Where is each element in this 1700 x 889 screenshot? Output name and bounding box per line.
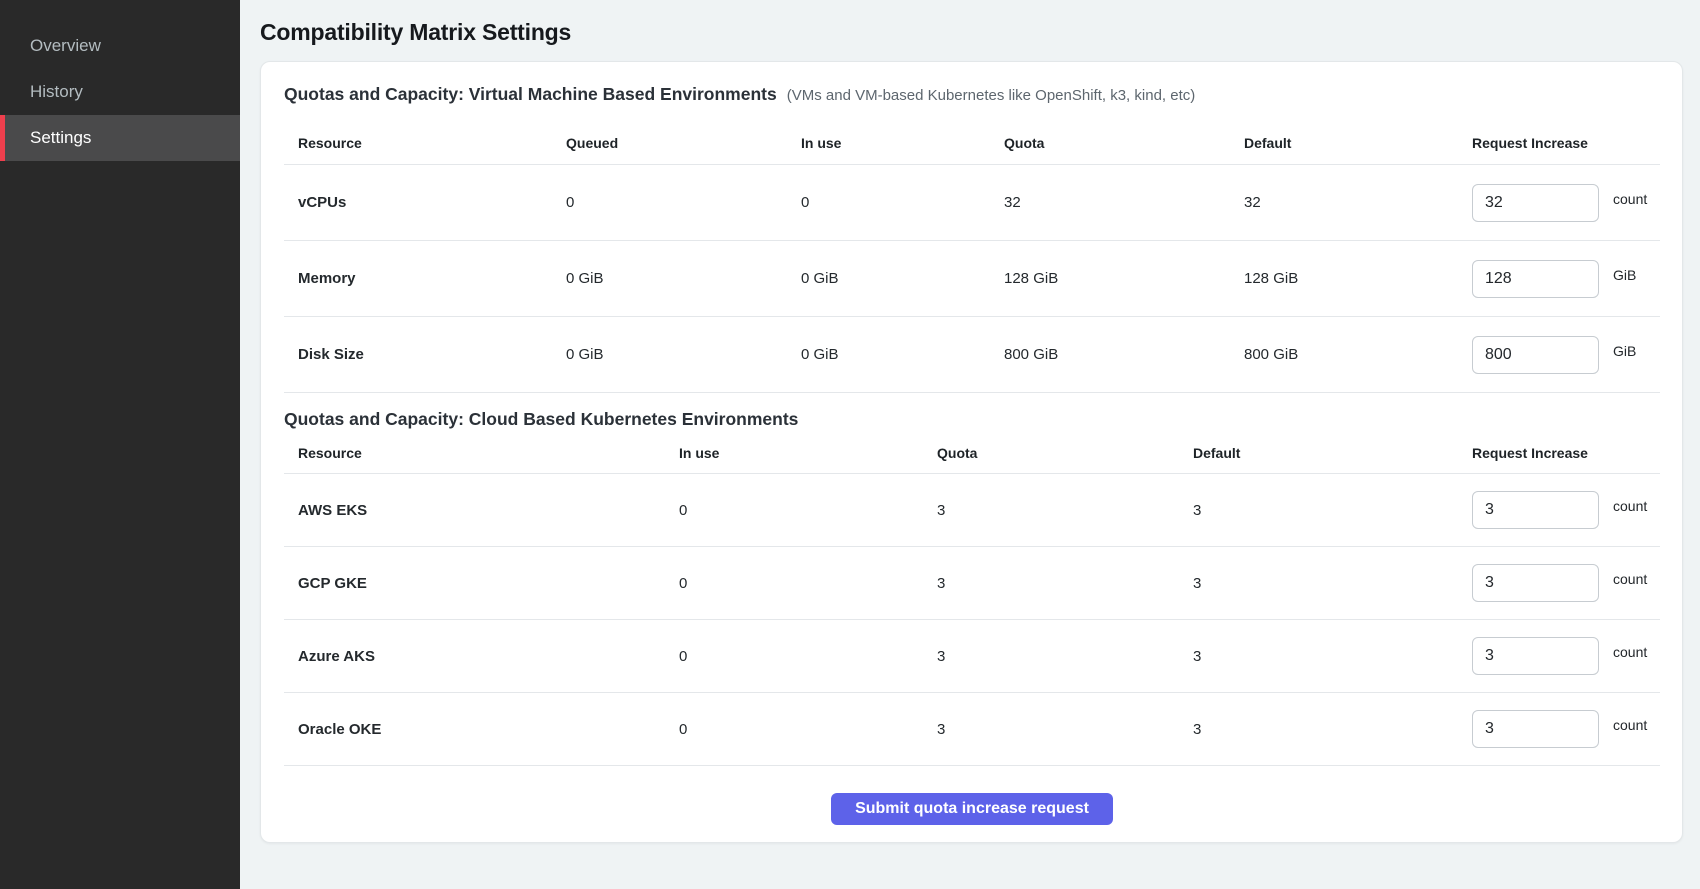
- unit-label: count: [1613, 571, 1647, 587]
- quota-value: 128 GiB: [1004, 270, 1244, 287]
- unit-label: GiB: [1613, 267, 1636, 283]
- in-use-value: 0: [679, 502, 937, 519]
- col-header-quota: Quota: [937, 445, 1193, 461]
- table-row-oracle-oke: Oracle OKE 0 3 3 count: [284, 693, 1660, 766]
- queued-value: 0: [566, 194, 801, 211]
- page-title: Compatibility Matrix Settings: [260, 19, 1683, 46]
- submit-row: Submit quota increase request: [284, 766, 1660, 825]
- unit-label: count: [1613, 498, 1647, 514]
- unit-label: count: [1613, 644, 1647, 660]
- table-row-disk-size: Disk Size 0 GiB 0 GiB 800 GiB 800 GiB Gi…: [284, 317, 1660, 393]
- memory-request-input[interactable]: [1472, 260, 1599, 298]
- col-header-in-use: In use: [679, 445, 937, 461]
- col-header-request-increase: Request Increase: [1472, 445, 1660, 461]
- col-header-queued: Queued: [566, 135, 801, 151]
- quota-settings-card: Quotas and Capacity: Virtual Machine Bas…: [260, 61, 1683, 843]
- gcp-gke-request-input[interactable]: [1472, 564, 1599, 602]
- sidebar-item-history[interactable]: History: [0, 69, 240, 115]
- vcpus-request-input[interactable]: [1472, 184, 1599, 222]
- table-row-aws-eks: AWS EKS 0 3 3 count: [284, 474, 1660, 547]
- disk-size-request-input[interactable]: [1472, 336, 1599, 374]
- queued-value: 0 GiB: [566, 270, 801, 287]
- vm-table-header: Resource Queued In use Quota Default Req…: [284, 105, 1660, 165]
- queued-value: 0 GiB: [566, 346, 801, 363]
- default-value: 128 GiB: [1244, 270, 1472, 287]
- col-header-request-increase: Request Increase: [1472, 135, 1660, 151]
- sidebar-item-label: Overview: [30, 36, 101, 56]
- default-value: 3: [1193, 502, 1472, 519]
- quota-value: 32: [1004, 194, 1244, 211]
- azure-aks-request-input[interactable]: [1472, 637, 1599, 675]
- sidebar-item-settings[interactable]: Settings: [0, 115, 240, 161]
- in-use-value: 0 GiB: [801, 270, 1004, 287]
- aws-eks-request-input[interactable]: [1472, 491, 1599, 529]
- in-use-value: 0: [679, 721, 937, 738]
- resource-label: GCP GKE: [284, 575, 679, 592]
- default-value: 800 GiB: [1244, 346, 1472, 363]
- vm-section-subtitle: (VMs and VM-based Kubernetes like OpenSh…: [787, 87, 1196, 104]
- sidebar-item-label: Settings: [30, 128, 91, 148]
- table-row-memory: Memory 0 GiB 0 GiB 128 GiB 128 GiB GiB: [284, 241, 1660, 317]
- oracle-oke-request-input[interactable]: [1472, 710, 1599, 748]
- table-row-gcp-gke: GCP GKE 0 3 3 count: [284, 547, 1660, 620]
- in-use-value: 0: [679, 648, 937, 665]
- quota-value: 800 GiB: [1004, 346, 1244, 363]
- sidebar-item-overview[interactable]: Overview: [0, 23, 240, 69]
- col-header-quota: Quota: [1004, 135, 1244, 151]
- col-header-resource: Resource: [284, 445, 679, 461]
- resource-label: vCPUs: [284, 194, 566, 211]
- col-header-resource: Resource: [284, 135, 566, 151]
- cloud-section-header: Quotas and Capacity: Cloud Based Kuberne…: [284, 409, 1660, 430]
- default-value: 3: [1193, 575, 1472, 592]
- quota-value: 3: [937, 721, 1193, 738]
- col-header-default: Default: [1244, 135, 1472, 151]
- quota-value: 3: [937, 575, 1193, 592]
- resource-label: Oracle OKE: [284, 721, 679, 738]
- default-value: 3: [1193, 721, 1472, 738]
- default-value: 32: [1244, 194, 1472, 211]
- sidebar-item-label: History: [30, 82, 83, 102]
- unit-label: count: [1613, 717, 1647, 733]
- unit-label: GiB: [1613, 343, 1636, 359]
- resource-label: AWS EKS: [284, 502, 679, 519]
- sidebar: Overview History Settings: [0, 0, 240, 889]
- resource-label: Memory: [284, 270, 566, 287]
- in-use-value: 0: [679, 575, 937, 592]
- unit-label: count: [1613, 191, 1647, 207]
- col-header-default: Default: [1193, 445, 1472, 461]
- submit-quota-request-button[interactable]: Submit quota increase request: [831, 793, 1113, 825]
- quota-value: 3: [937, 502, 1193, 519]
- in-use-value: 0: [801, 194, 1004, 211]
- main-content: Compatibility Matrix Settings Quotas and…: [240, 0, 1700, 864]
- resource-label: Azure AKS: [284, 648, 679, 665]
- in-use-value: 0 GiB: [801, 346, 1004, 363]
- table-row-vcpus: vCPUs 0 0 32 32 count: [284, 165, 1660, 241]
- cloud-section-title: Quotas and Capacity: Cloud Based Kuberne…: [284, 409, 798, 430]
- table-row-azure-aks: Azure AKS 0 3 3 count: [284, 620, 1660, 693]
- quota-value: 3: [937, 648, 1193, 665]
- resource-label: Disk Size: [284, 346, 566, 363]
- default-value: 3: [1193, 648, 1472, 665]
- vm-section-header: Quotas and Capacity: Virtual Machine Bas…: [284, 84, 1660, 105]
- cloud-table-header: Resource In use Quota Default Request In…: [284, 430, 1660, 474]
- vm-section-title: Quotas and Capacity: Virtual Machine Bas…: [284, 84, 777, 105]
- col-header-in-use: In use: [801, 135, 1004, 151]
